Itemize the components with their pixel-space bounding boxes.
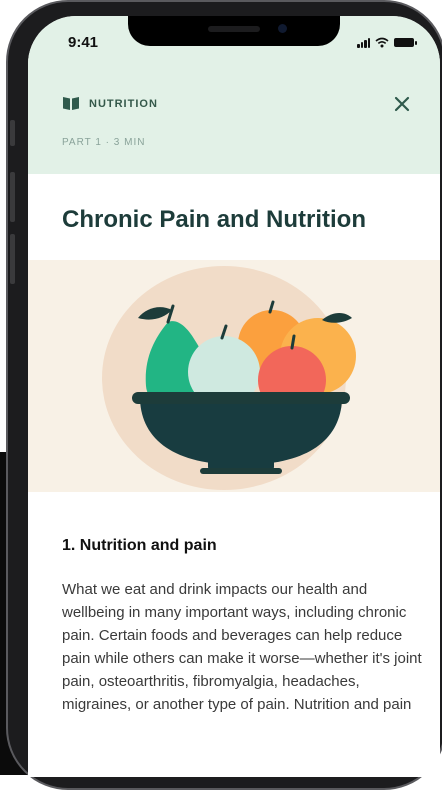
wifi-icon bbox=[375, 37, 389, 48]
volume-down-button bbox=[10, 234, 15, 284]
battery-icon bbox=[394, 38, 417, 47]
speaker-icon bbox=[208, 26, 260, 32]
phone-frame: 9:41 NUTRITION PART 1 · 3 MIN Chronic Pa… bbox=[6, 0, 442, 790]
article-title: Chronic Pain and Nutrition bbox=[62, 206, 366, 233]
volume-up-button bbox=[10, 172, 15, 222]
fruit-bowl-icon bbox=[102, 266, 356, 490]
mute-switch bbox=[10, 120, 15, 146]
book-icon bbox=[63, 97, 79, 110]
category-row: NUTRITION bbox=[62, 96, 158, 111]
screen: 9:41 NUTRITION PART 1 · 3 MIN Chronic Pa… bbox=[28, 16, 440, 777]
article-body: What we eat and drink impacts our health… bbox=[62, 581, 422, 713]
lesson-meta: PART 1 · 3 MIN bbox=[62, 137, 146, 148]
status-icons bbox=[357, 37, 417, 48]
fruit-bowl-illustration bbox=[28, 260, 440, 492]
camera-icon bbox=[278, 24, 287, 33]
close-button[interactable] bbox=[390, 92, 414, 116]
category-label: NUTRITION bbox=[89, 97, 158, 110]
signal-icon bbox=[357, 37, 370, 48]
notch bbox=[128, 16, 340, 46]
status-time: 9:41 bbox=[68, 34, 99, 51]
section-heading: 1. Nutrition and pain bbox=[62, 537, 217, 554]
close-icon bbox=[394, 96, 410, 112]
